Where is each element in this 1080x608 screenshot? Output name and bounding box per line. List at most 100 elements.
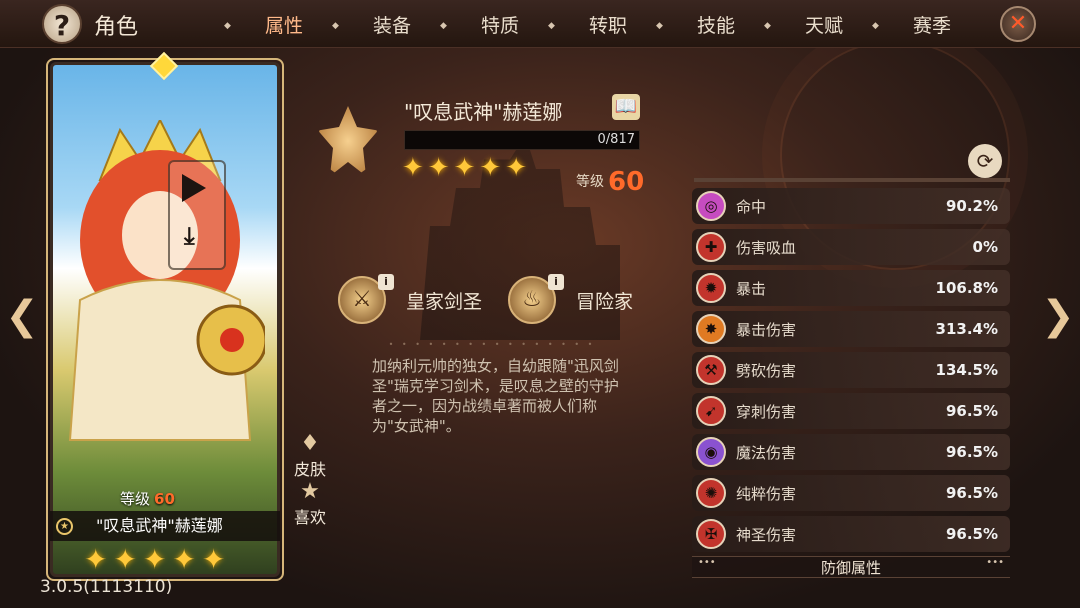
- tab-dot-icon: ◆: [440, 20, 447, 31]
- play-icon[interactable]: [182, 174, 206, 202]
- tab-job-change[interactable]: ◆ 转职: [548, 11, 662, 38]
- class-name: 冒险家: [576, 290, 634, 313]
- top-bar: ? 角色 ◆ 属性 ◆ 装备 ◆ 特质 ◆ 转职 ◆ 技能 ◆ 天赋 ◆ 赛季 ✕: [0, 0, 1080, 48]
- tab-dot-icon: ◆: [872, 20, 879, 31]
- target-icon: ◎: [696, 191, 726, 221]
- class-name: 皇家剑圣: [406, 290, 483, 313]
- holy-cross-icon: ✠: [696, 519, 726, 549]
- stat-name: 劈砍伤害: [736, 361, 797, 380]
- skin-button[interactable]: ♦ 皮肤: [292, 432, 328, 480]
- hero-level-value: 60: [608, 167, 645, 197]
- like-label: 喜欢: [293, 508, 326, 527]
- xp-bar: 0/817: [404, 130, 640, 150]
- card-level: 等级 60: [120, 488, 175, 509]
- hero-level-label: 等级: [576, 174, 604, 190]
- tab-label: 属性: [264, 14, 303, 37]
- stat-name: 神圣伤害: [736, 525, 797, 544]
- xp-text: 0/817: [597, 132, 635, 147]
- tab-bar: ◆ 属性 ◆ 装备 ◆ 特质 ◆ 转职 ◆ 技能 ◆ 天赋 ◆ 赛季: [224, 0, 986, 48]
- class-adventurer[interactable]: ♨ i 冒险家: [508, 274, 634, 324]
- star-icon: ✦: [113, 543, 137, 576]
- star-icon: ✦: [201, 543, 226, 576]
- next-hero-arrow-icon[interactable]: ❯: [1036, 290, 1080, 342]
- stat-row: ➹ 穿刺伤害 96.5%: [692, 393, 1010, 429]
- stat-value: 96.5%: [945, 484, 998, 502]
- card-video-controls: ⤓: [168, 160, 226, 270]
- close-button[interactable]: ✕: [1000, 6, 1036, 42]
- tab-dot-icon: ◆: [548, 20, 555, 31]
- stat-value: 90.2%: [945, 197, 998, 215]
- hero-level: 等级 60: [576, 163, 644, 197]
- star-icon: ✦: [479, 153, 502, 183]
- stat-value: 0%: [972, 238, 998, 256]
- stat-name: 命中: [736, 197, 767, 216]
- blood-axe-icon: ✚: [696, 232, 726, 262]
- hero-star-rating: ✦ ✦ ✦ ✦ ✦: [402, 153, 527, 183]
- tab-label: 转职: [588, 14, 627, 37]
- crit-damage-icon: ✸: [696, 314, 726, 344]
- card-level-label: 等级: [120, 490, 151, 508]
- tab-label: 技能: [696, 14, 735, 37]
- pierce-icon: ➹: [696, 396, 726, 426]
- prev-hero-arrow-icon[interactable]: ❮: [0, 290, 44, 342]
- stat-value: 96.5%: [945, 402, 998, 420]
- star-icon: ✦: [84, 543, 108, 576]
- stats-header-bar: [694, 178, 1010, 182]
- stat-name: 纯粹伤害: [736, 484, 797, 503]
- stat-row: ✸ 暴击伤害 313.4%: [692, 311, 1010, 347]
- stat-row: ◎ 命中 90.2%: [692, 188, 1010, 224]
- pure-burst-icon: ✺: [696, 478, 726, 508]
- star-icon: ✦: [402, 153, 424, 183]
- help-button[interactable]: ?: [42, 4, 82, 44]
- like-button[interactable]: ★ 喜欢: [292, 480, 328, 528]
- dress-icon: ♦: [300, 431, 320, 456]
- tab-equipment[interactable]: ◆ 装备: [332, 11, 446, 38]
- stat-name: 魔法伤害: [736, 443, 797, 462]
- star-icon: ✦: [427, 153, 450, 183]
- tab-label: 装备: [372, 14, 411, 37]
- tab-attributes[interactable]: ◆ 属性: [224, 4, 338, 46]
- tab-talents[interactable]: ◆ 天赋: [764, 11, 878, 38]
- stat-row: ✹ 暴击 106.8%: [692, 270, 1010, 306]
- swap-stats-icon[interactable]: ⟳: [968, 144, 1002, 178]
- class-royal-sword-saint[interactable]: ⚔ i 皇家剑圣: [338, 274, 483, 324]
- star-icon: ✦: [172, 543, 196, 576]
- version-label: 3.0.5(1113110): [40, 577, 173, 597]
- section-defense-attributes[interactable]: 防御属性: [692, 556, 1010, 578]
- tab-dot-icon: ◆: [656, 20, 663, 31]
- download-icon[interactable]: ⤓: [184, 222, 195, 250]
- tab-skills[interactable]: ◆ 技能: [656, 11, 770, 38]
- star-icon: ✦: [453, 153, 476, 183]
- stat-value: 106.8%: [935, 279, 998, 297]
- stat-row: ✠ 神圣伤害 96.5%: [692, 516, 1010, 552]
- star-icon: ★: [300, 479, 320, 504]
- favorite-star-icon[interactable]: ★: [56, 518, 73, 535]
- stat-value: 96.5%: [945, 443, 998, 461]
- stat-name: 暴击伤害: [736, 320, 797, 339]
- skin-label: 皮肤: [293, 460, 326, 479]
- tab-label: 特质: [480, 14, 519, 37]
- star-icon: ✦: [142, 543, 167, 576]
- stat-row: ◉ 魔法伤害 96.5%: [692, 434, 1010, 470]
- magic-swirl-icon: ◉: [696, 437, 726, 467]
- stats-list: ◎ 命中 90.2% ✚ 伤害吸血 0% ✹ 暴击 106.8% ✸ 暴击伤害 313.4% ⚒…: [692, 188, 1010, 557]
- slash-axe-icon: ⚒: [696, 355, 726, 385]
- hero-portrait: [68, 120, 265, 441]
- book-icon[interactable]: 📖: [612, 94, 640, 120]
- tab-traits[interactable]: ◆ 特质: [440, 11, 554, 38]
- info-icon[interactable]: i: [548, 274, 564, 290]
- stat-row: ⚒ 劈砍伤害 134.5%: [692, 352, 1010, 388]
- tab-dot-icon: ◆: [332, 20, 339, 31]
- stat-name: 暴击: [736, 279, 767, 298]
- tab-dot-icon: ◆: [224, 20, 231, 31]
- tab-season[interactable]: ◆ 赛季: [872, 11, 986, 38]
- divider: • • • • • • • • • • • • • • • •: [388, 340, 596, 349]
- close-icon: ✕: [1008, 11, 1028, 36]
- stat-value: 313.4%: [935, 320, 998, 338]
- crit-burst-icon: ✹: [696, 273, 726, 303]
- stat-value: 96.5%: [945, 525, 998, 543]
- info-icon[interactable]: i: [378, 274, 394, 290]
- hero-description: 加纳利元帅的独女，自幼跟随"迅风剑圣"瑞克学习剑术，是叹息之壁的守护者之一，因为…: [372, 357, 619, 435]
- card-hero-name: "叹息武神"赫莲娜: [50, 511, 280, 541]
- page-title: 角色: [94, 15, 139, 40]
